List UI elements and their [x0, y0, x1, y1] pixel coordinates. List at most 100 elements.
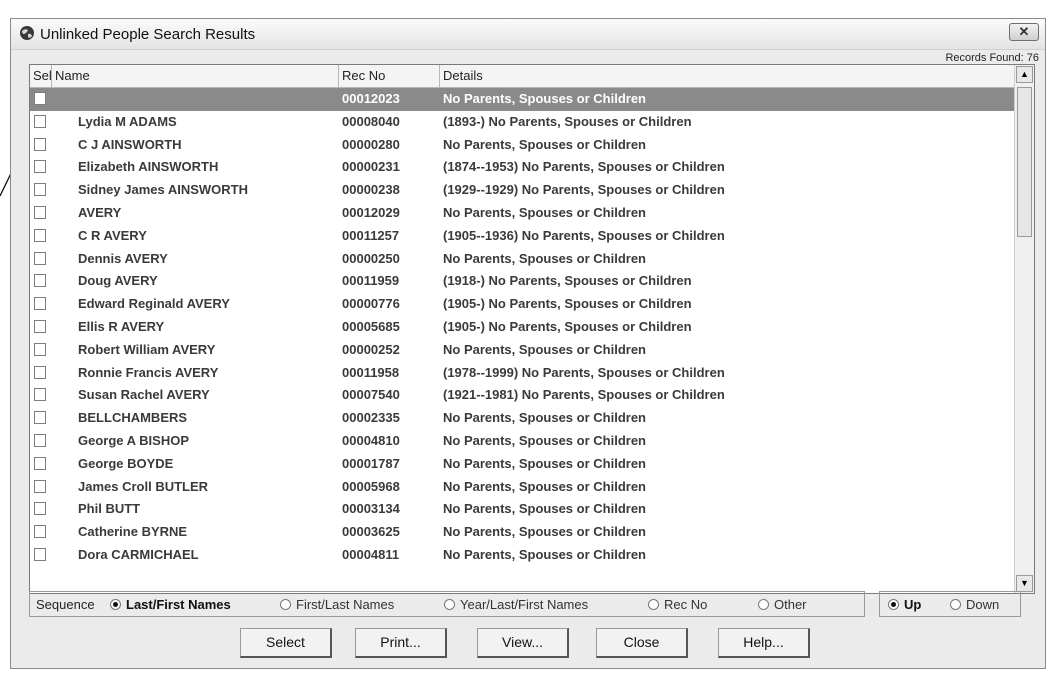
row-name: Dennis AVERY — [78, 250, 168, 266]
row-select-checkbox[interactable] — [34, 297, 46, 311]
row-select-checkbox[interactable] — [34, 160, 46, 174]
table-row[interactable]: Doug AVERY 00011959 (1918-) No Parents, … — [30, 270, 1016, 293]
radio-unchecked-icon — [648, 599, 659, 610]
row-select-checkbox[interactable] — [34, 251, 46, 265]
row-rec-no: 00005685 — [342, 318, 400, 334]
radio-other[interactable]: Other — [758, 597, 807, 612]
row-select-checkbox[interactable] — [34, 456, 46, 470]
row-name: C J AINSWORTH — [78, 136, 182, 152]
scroll-up-arrow-icon[interactable]: ▲ — [1016, 66, 1033, 83]
table-row[interactable]: Robert William AVERY 00000252 No Parents… — [30, 339, 1016, 362]
radio-first-last-names[interactable]: First/Last Names — [280, 597, 394, 612]
radio-up[interactable]: Up — [888, 597, 921, 612]
row-select-checkbox[interactable] — [34, 388, 46, 402]
table-row[interactable]: George A BISHOP 00004810 No Parents, Spo… — [30, 430, 1016, 453]
row-select-checkbox[interactable] — [34, 274, 46, 288]
row-details: No Parents, Spouses or Children — [443, 410, 646, 426]
column-header-rec-no[interactable]: Rec No — [339, 65, 440, 87]
close-button[interactable]: Close — [596, 628, 688, 658]
radio-last-first-names[interactable]: Last/First Names — [110, 597, 231, 612]
row-select-checkbox[interactable] — [34, 228, 46, 242]
row-rec-no: 00000252 — [342, 341, 400, 357]
row-select-checkbox[interactable] — [34, 479, 46, 493]
select-button[interactable]: Select — [240, 628, 332, 658]
table-row[interactable]: C R AVERY 00011257 (1905--1936) No Paren… — [30, 225, 1016, 248]
records-found-count: Records Found: 76 — [945, 52, 1039, 64]
row-select-checkbox[interactable] — [34, 114, 46, 128]
row-details: No Parents, Spouses or Children — [443, 136, 646, 152]
radio-unchecked-icon — [444, 599, 455, 610]
table-row[interactable]: George BOYDE 00001787 No Parents, Spouse… — [30, 453, 1016, 476]
scroll-thumb[interactable] — [1017, 87, 1032, 237]
close-window-button[interactable]: ✕ — [1009, 23, 1039, 41]
table-row[interactable]: AVERY 00012029 No Parents, Spouses or Ch… — [30, 202, 1016, 225]
row-select-checkbox[interactable] — [34, 411, 46, 425]
table-row[interactable]: Ronnie Francis AVERY 00011958 (1978--199… — [30, 362, 1016, 385]
row-details: No Parents, Spouses or Children — [443, 501, 646, 517]
row-details: No Parents, Spouses or Children — [443, 455, 646, 471]
radio-down[interactable]: Down — [950, 597, 999, 612]
row-select-checkbox[interactable] — [34, 319, 46, 333]
table-row[interactable]: James Croll BUTLER 00005968 No Parents, … — [30, 476, 1016, 499]
row-name: C R AVERY — [78, 227, 147, 243]
row-name: Sidney James AINSWORTH — [78, 182, 249, 198]
table-row[interactable]: Susan Rachel AVERY 00007540 (1921--1981)… — [30, 384, 1016, 407]
table-row[interactable]: Lydia M ADAMS 00008040 (1893-) No Parent… — [30, 111, 1016, 134]
row-rec-no: 00003625 — [342, 524, 400, 540]
row-details: (1929--1929) No Parents, Spouses or Chil… — [443, 182, 725, 198]
row-name: Phil BUTT — [78, 501, 141, 517]
column-header-sel[interactable]: Sel — [30, 65, 52, 87]
table-row[interactable]: Elizabeth AINSWORTH 00000231 (1874--1953… — [30, 156, 1016, 179]
vertical-scrollbar[interactable]: ▲ ▼ — [1014, 65, 1034, 593]
row-rec-no: 00002335 — [342, 410, 400, 426]
row-rec-no: 00003134 — [342, 501, 400, 517]
row-select-checkbox[interactable] — [34, 433, 46, 447]
results-grid: Sel Name Rec No Details 00012023 No Pare… — [29, 64, 1035, 594]
print-button[interactable]: Print... — [355, 628, 447, 658]
column-header-details[interactable]: Details — [440, 65, 1016, 87]
title-bar: Unlinked People Search Results ✕ — [11, 19, 1045, 50]
row-rec-no: 00008040 — [342, 113, 400, 129]
column-header-name[interactable]: Name — [52, 65, 339, 87]
scroll-down-arrow-icon[interactable]: ▼ — [1016, 575, 1033, 592]
row-name: Edward Reginald AVERY — [78, 296, 230, 312]
row-select-checkbox[interactable] — [34, 547, 46, 561]
table-row[interactable]: C J AINSWORTH 00000280 No Parents, Spous… — [30, 134, 1016, 157]
table-row[interactable]: Edward Reginald AVERY 00000776 (1905-) N… — [30, 293, 1016, 316]
view-button[interactable]: View... — [477, 628, 569, 658]
row-rec-no: 00005968 — [342, 478, 400, 494]
radio-rec-no[interactable]: Rec No — [648, 597, 707, 612]
grid-rows: 00012023 No Parents, Spouses or Children… — [30, 88, 1016, 567]
window-title: Unlinked People Search Results — [40, 26, 256, 43]
table-row[interactable]: Dora CARMICHAEL 00004811 No Parents, Spo… — [30, 544, 1016, 567]
row-select-checkbox[interactable] — [34, 137, 46, 151]
row-select-checkbox[interactable] — [34, 183, 46, 197]
table-row[interactable]: Sidney James AINSWORTH 00000238 (1929--1… — [30, 179, 1016, 202]
row-details: No Parents, Spouses or Children — [443, 524, 646, 540]
table-row[interactable]: Catherine BYRNE 00003625 No Parents, Spo… — [30, 521, 1016, 544]
direction-group: Up Down — [879, 591, 1021, 617]
row-details: No Parents, Spouses or Children — [443, 432, 646, 448]
row-name: Elizabeth AINSWORTH — [78, 159, 219, 175]
table-row[interactable]: 00012023 No Parents, Spouses or Children — [30, 88, 1016, 111]
radio-year-last-first-names[interactable]: Year/Last/First Names — [444, 597, 588, 612]
row-select-checkbox[interactable] — [34, 502, 46, 516]
row-name: Robert William AVERY — [78, 341, 216, 357]
help-button[interactable]: Help... — [718, 628, 810, 658]
row-details: No Parents, Spouses or Children — [443, 91, 646, 106]
row-rec-no: 00000776 — [342, 296, 400, 312]
row-rec-no: 00004811 — [342, 546, 400, 562]
row-rec-no: 00012029 — [342, 204, 400, 220]
row-details: (1874--1953) No Parents, Spouses or Chil… — [443, 159, 725, 175]
row-select-checkbox[interactable] — [34, 365, 46, 379]
row-select-checkbox[interactable] — [34, 342, 46, 356]
row-rec-no: 00000231 — [342, 159, 400, 175]
table-row[interactable]: BELLCHAMBERS 00002335 No Parents, Spouse… — [30, 407, 1016, 430]
table-row[interactable]: Ellis R AVERY 00005685 (1905-) No Parent… — [30, 316, 1016, 339]
row-select-checkbox[interactable] — [34, 205, 46, 219]
radio-checked-icon — [110, 599, 121, 610]
table-row[interactable]: Dennis AVERY 00000250 No Parents, Spouse… — [30, 248, 1016, 271]
table-row[interactable]: Phil BUTT 00003134 No Parents, Spouses o… — [30, 498, 1016, 521]
row-select-checkbox[interactable] — [34, 525, 46, 539]
row-select-checkbox[interactable] — [34, 92, 46, 105]
